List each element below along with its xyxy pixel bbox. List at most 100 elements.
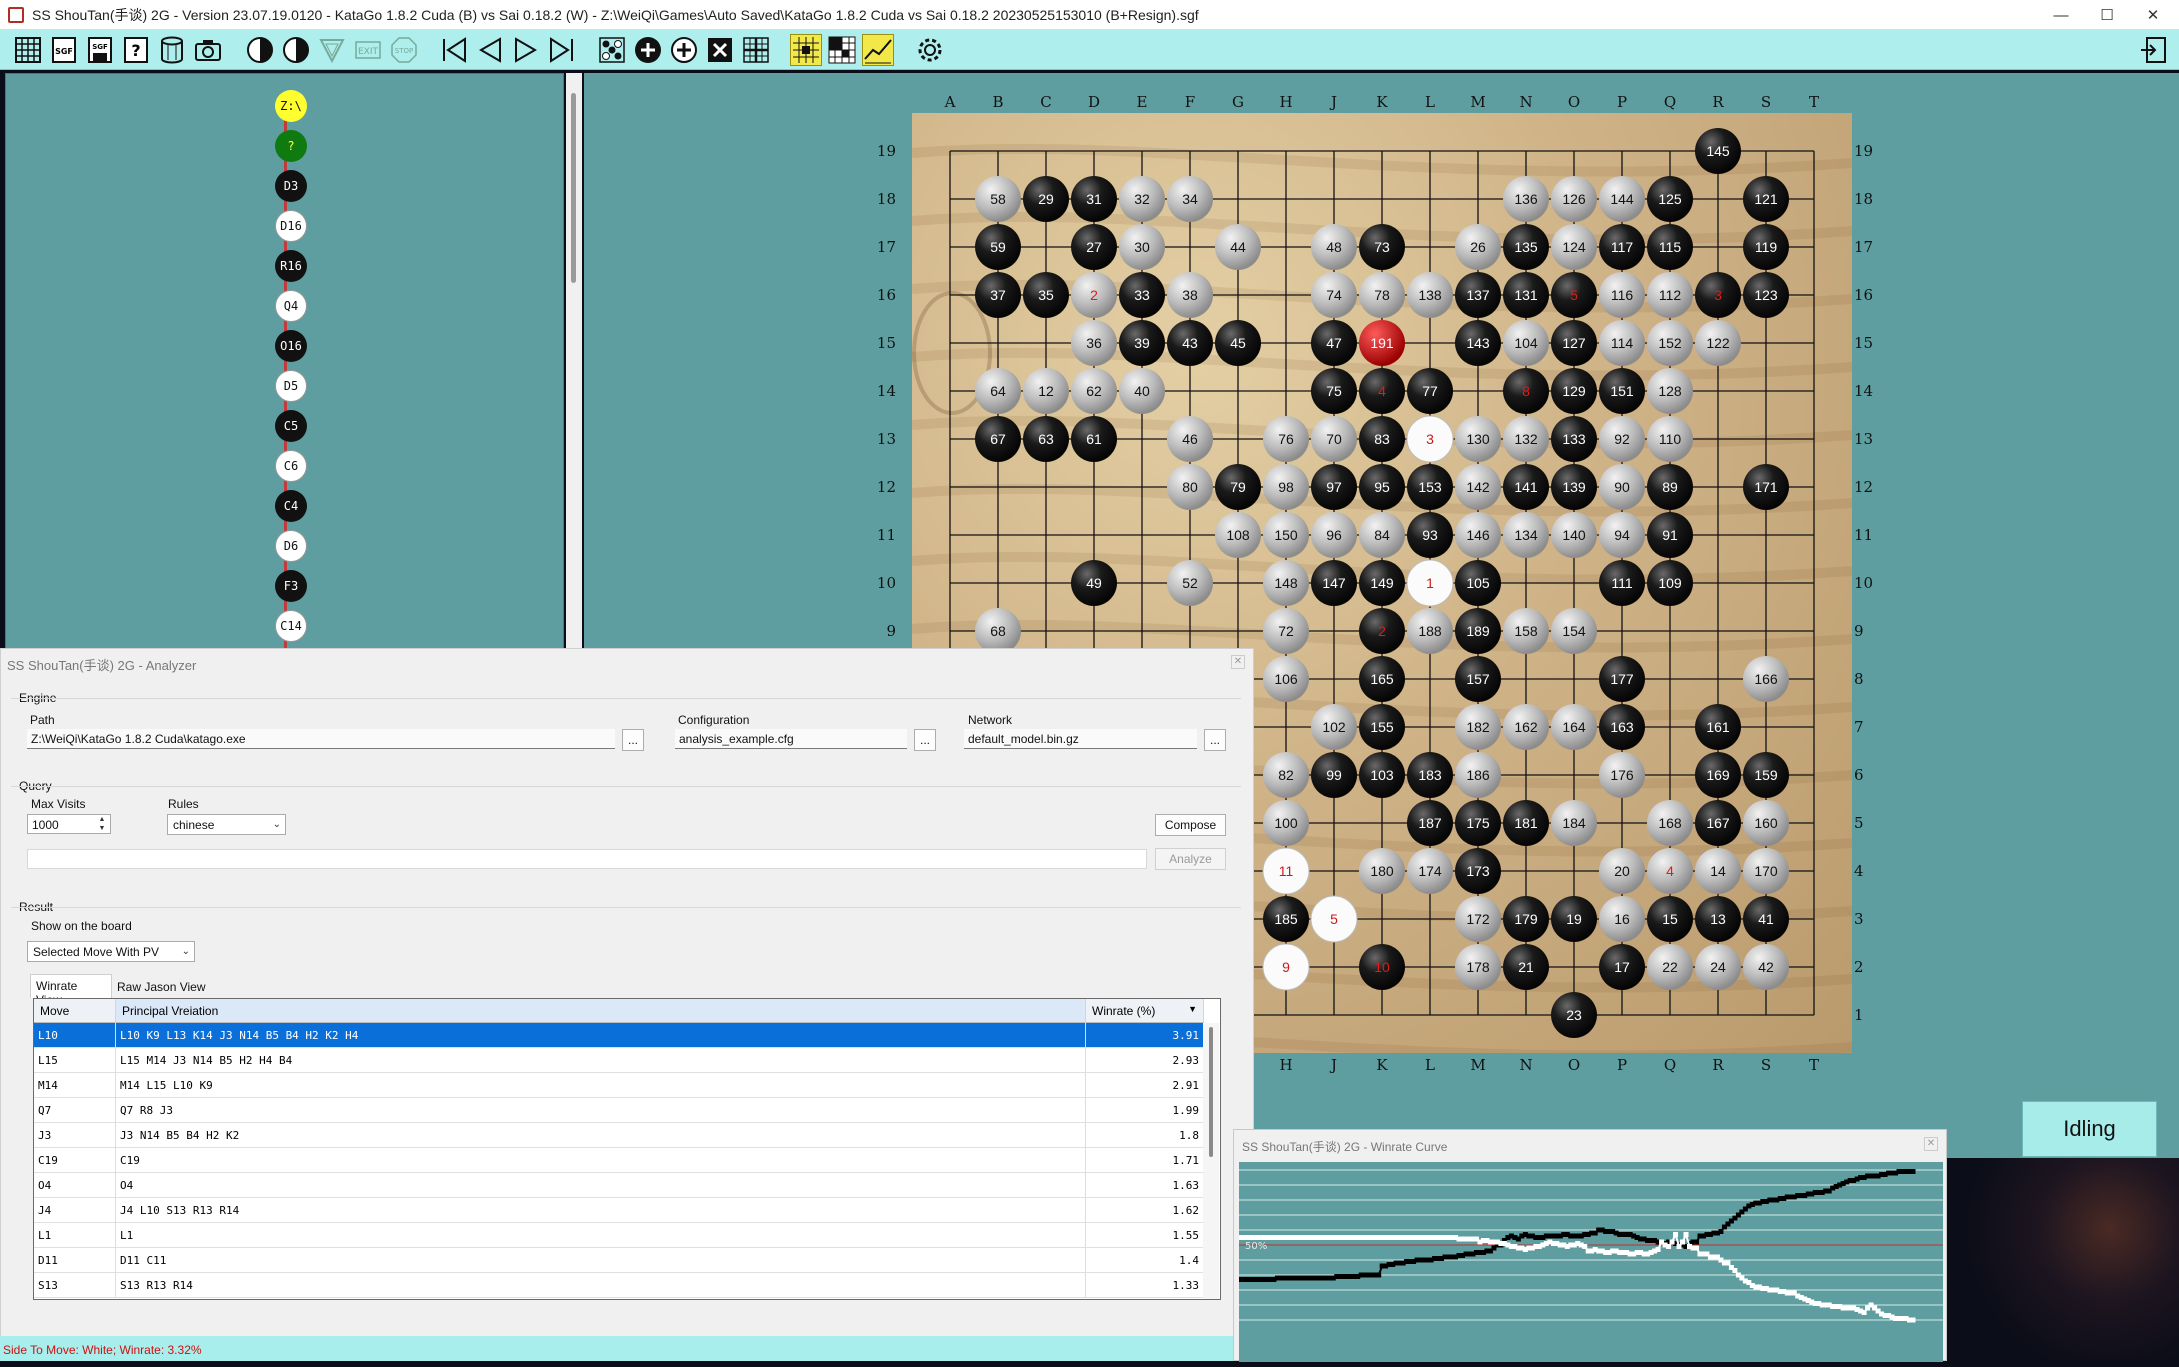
stone[interactable]: 95 [1359,464,1405,510]
stone[interactable]: 74 [1311,272,1357,318]
stone[interactable]: 2 [1071,272,1117,318]
stone[interactable]: 124 [1551,224,1597,270]
table-row[interactable]: L10 L10 K9 L13 K14 J3 N14 B5 B4 H2 K2 H4 3… [34,1023,1204,1048]
stone[interactable]: 139 [1551,464,1597,510]
stone[interactable]: 83 [1359,416,1405,462]
column-header-move[interactable]: Move [34,999,116,1023]
table-row[interactable]: S13 S13 R13 R14 1.33 [34,1273,1204,1298]
stone[interactable]: 172 [1455,896,1501,942]
stone[interactable]: 158 [1503,608,1549,654]
stone[interactable]: 64 [975,368,1021,414]
stone[interactable]: 48 [1311,224,1357,270]
stone[interactable]: 162 [1503,704,1549,750]
tree-node[interactable]: D5 [275,370,307,402]
stone[interactable]: 153 [1407,464,1453,510]
stone[interactable]: 184 [1551,800,1597,846]
stone[interactable]: 130 [1455,416,1501,462]
stone[interactable]: 58 [975,176,1021,222]
stone[interactable]: 21 [1503,944,1549,990]
variation-marker[interactable]: 5 [1310,895,1358,943]
compose-button[interactable]: Compose [1155,814,1226,836]
stone[interactable]: 44 [1215,224,1261,270]
tree-node[interactable]: Z:\ [275,90,307,122]
stone[interactable]: 160 [1743,800,1789,846]
stone[interactable]: 189 [1455,608,1501,654]
tree-node[interactable]: C6 [275,450,307,482]
stone[interactable]: 40 [1119,368,1165,414]
path-browse-button[interactable]: ... [622,729,644,751]
stone[interactable]: 176 [1599,752,1645,798]
stone[interactable]: 84 [1359,512,1405,558]
stone[interactable]: 174 [1407,848,1453,894]
stone[interactable]: 150 [1263,512,1309,558]
network-field[interactable]: default_model.bin.gz [964,729,1197,749]
column-header-pv[interactable]: Principal Vreiation [116,999,1086,1023]
stone[interactable]: 136 [1503,176,1549,222]
stone[interactable]: 177 [1599,656,1645,702]
stone[interactable]: 3 [1695,272,1741,318]
stone[interactable]: 164 [1551,704,1597,750]
add-stone-icon[interactable] [632,34,664,66]
configuration-field[interactable]: analysis_example.cfg [675,729,907,749]
dock-panel-icon[interactable] [2138,34,2170,66]
stone[interactable]: 89 [1647,464,1693,510]
stone[interactable]: 61 [1071,416,1117,462]
stone[interactable]: 20 [1599,848,1645,894]
stone[interactable]: 123 [1743,272,1789,318]
stone[interactable]: 24 [1695,944,1741,990]
stone[interactable]: 90 [1599,464,1645,510]
stone[interactable]: 175 [1455,800,1501,846]
engine-status-button[interactable]: Idling [2022,1101,2157,1157]
stone[interactable]: 154 [1551,608,1597,654]
stone[interactable]: 147 [1311,560,1357,606]
table-row[interactable]: M14 M14 L15 L10 K9 2.91 [34,1073,1204,1098]
stone[interactable]: 27 [1071,224,1117,270]
stone[interactable]: 138 [1407,272,1453,318]
stone[interactable]: 119 [1743,224,1789,270]
stone[interactable]: 104 [1503,320,1549,366]
grid-icon[interactable] [740,34,772,66]
stone[interactable]: 17 [1599,944,1645,990]
variation-marker[interactable]: 9 [1262,943,1310,991]
stone[interactable]: 111 [1599,560,1645,606]
stone[interactable]: 35 [1023,272,1069,318]
stone[interactable]: 34 [1167,176,1213,222]
tree-node[interactable]: O16 [275,330,307,362]
stone[interactable]: 77 [1407,368,1453,414]
stone[interactable]: 22 [1647,944,1693,990]
stone[interactable]: 173 [1455,848,1501,894]
stone[interactable]: 99 [1311,752,1357,798]
stone[interactable]: 125 [1647,176,1693,222]
stone[interactable]: 79 [1215,464,1261,510]
stone[interactable]: 16 [1599,896,1645,942]
stone[interactable]: 78 [1359,272,1405,318]
stone[interactable]: 2 [1359,608,1405,654]
stone[interactable]: 167 [1695,800,1741,846]
table-row[interactable]: C19 C19 1.71 [34,1148,1204,1173]
stone[interactable]: 122 [1695,320,1741,366]
table-row[interactable]: L15 L15 M14 J3 N14 B5 H2 H4 B4 2.93 [34,1048,1204,1073]
stone[interactable]: 97 [1311,464,1357,510]
stone[interactable]: 62 [1071,368,1117,414]
stone[interactable]: 146 [1455,512,1501,558]
maximize-button[interactable]: ☐ [2084,0,2130,30]
stone[interactable]: 178 [1455,944,1501,990]
stone[interactable]: 127 [1551,320,1597,366]
stone[interactable]: 134 [1503,512,1549,558]
stone[interactable]: 103 [1359,752,1405,798]
result-table-scrollbar[interactable] [1203,1023,1219,1299]
stone[interactable]: 159 [1743,752,1789,798]
stone[interactable]: 145 [1695,128,1741,174]
swap-color-icon[interactable] [280,34,312,66]
first-move-icon[interactable] [438,34,470,66]
stone[interactable]: 12 [1023,368,1069,414]
stone[interactable]: 75 [1311,368,1357,414]
stone[interactable]: 117 [1599,224,1645,270]
shuffle-icon[interactable] [596,34,628,66]
tab-raw-json-view[interactable]: Raw Jason View [114,976,209,998]
stone[interactable]: 106 [1263,656,1309,702]
analyze-button[interactable]: Analyze [1155,848,1226,870]
stone[interactable]: 148 [1263,560,1309,606]
minimize-button[interactable]: — [2038,0,2084,30]
stone[interactable]: 169 [1695,752,1741,798]
